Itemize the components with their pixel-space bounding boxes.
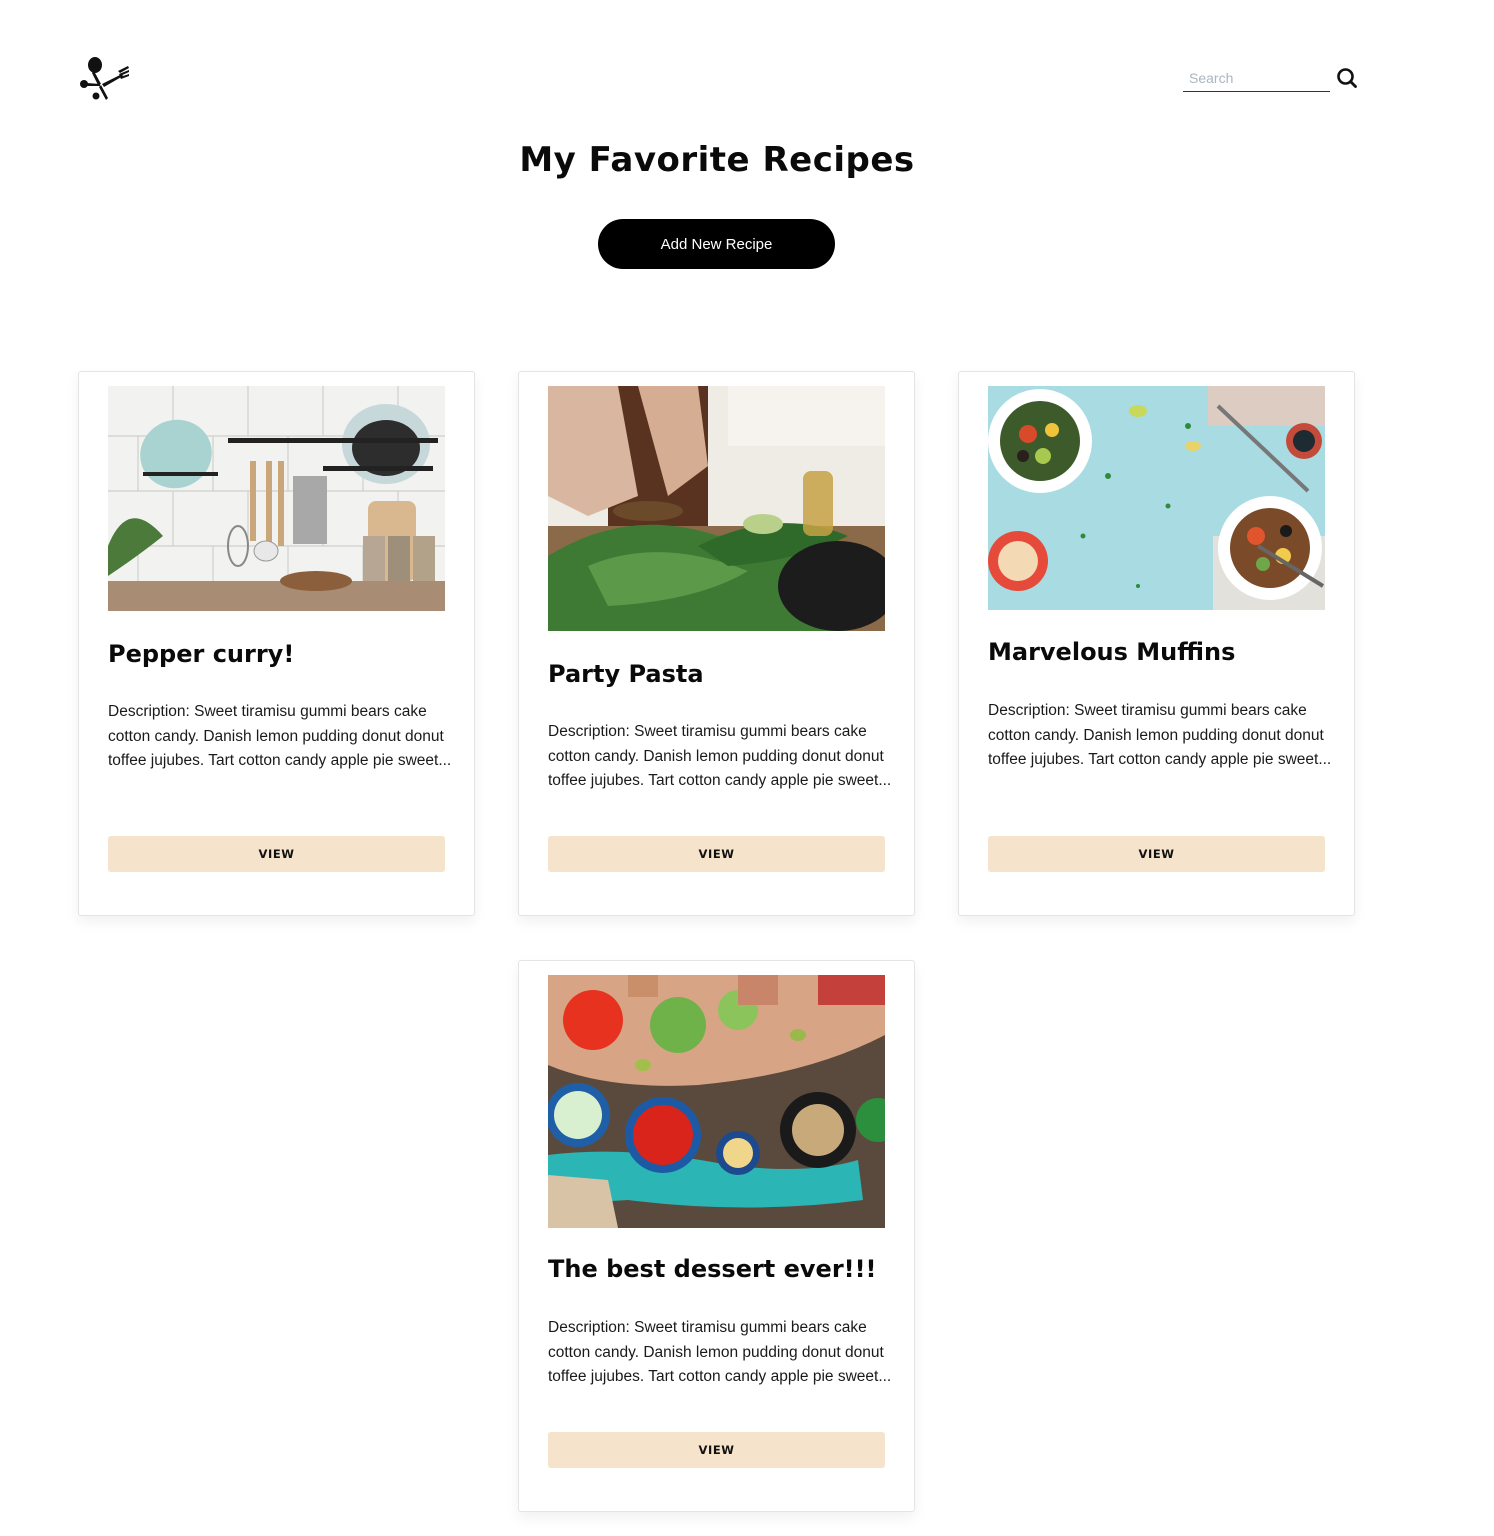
fork-spoon-icon[interactable] [78,54,130,102]
recipe-description: Description: Sweet tiramisu gummi bears … [988,702,1332,769]
recipe-image [988,386,1325,610]
recipe-description: Description: Sweet tiramisu gummi bears … [548,723,892,790]
recipe-card: The best dessert ever!!! Description: Sw… [518,960,915,1512]
search-input[interactable] [1183,64,1330,92]
recipe-image [548,975,885,1228]
recipe-image [108,386,445,611]
recipe-description: Description: Sweet tiramisu gummi bears … [108,703,452,770]
recipe-title: Marvelous Muffins [988,638,1236,666]
view-button[interactable]: VIEW [548,836,885,872]
search-icon[interactable] [1335,66,1359,90]
recipe-title: The best dessert ever!!! [548,1255,877,1283]
recipe-card: Party Pasta Description: Sweet tiramisu … [518,371,915,916]
recipe-image [548,386,885,631]
view-button[interactable]: VIEW [548,1432,885,1468]
recipe-card: Marvelous Muffins Description: Sweet tir… [958,371,1355,916]
add-new-recipe-button[interactable]: Add New Recipe [598,219,835,269]
recipe-title: Pepper curry! [108,640,295,668]
recipe-card: Pepper curry! Description: Sweet tiramis… [78,371,475,916]
view-button[interactable]: VIEW [988,836,1325,872]
recipe-title: Party Pasta [548,660,704,688]
recipe-description: Description: Sweet tiramisu gummi bears … [548,1319,892,1386]
search-bar [1183,64,1361,94]
page-title: My Favorite Recipes [519,140,915,180]
view-button[interactable]: VIEW [108,836,445,872]
